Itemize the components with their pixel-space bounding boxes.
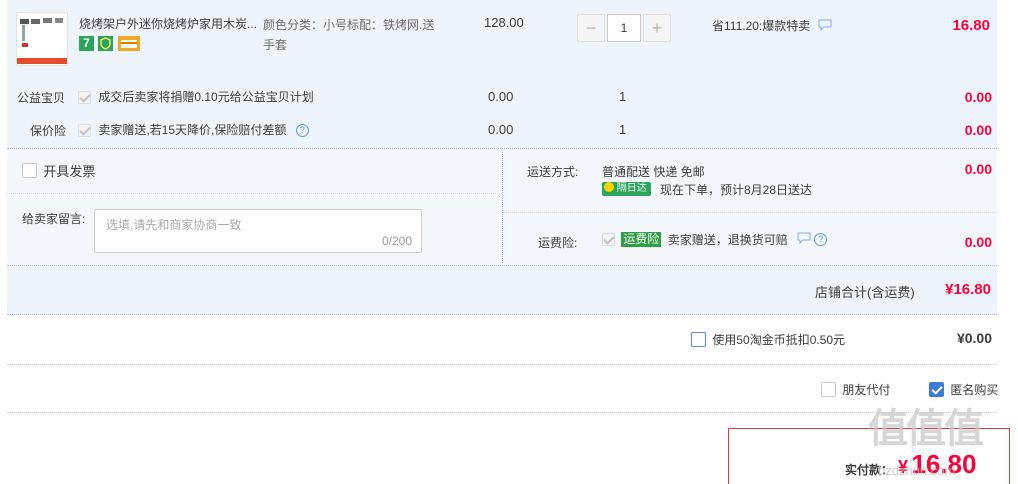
freight-insurance-cost: 0.00 <box>964 234 992 250</box>
freight-insurance-tag: 运费险 <box>621 232 662 247</box>
shipping-label: 运送方式: <box>527 165 579 179</box>
next-day-badge: 隔日达 <box>602 182 651 196</box>
charity-price: 0.00 <box>488 89 514 104</box>
product-sku: 颜色分类：小号标配：铁烤网.送 手套 <box>263 15 443 55</box>
shield-badge-icon <box>98 36 113 51</box>
watermark-logo: 值值值 <box>868 396 984 454</box>
coins-label: 使用50淘金币抵扣0.50元 <box>712 333 846 347</box>
quantity-input[interactable]: 1 <box>607 14 641 42</box>
insurance-desc: 卖家赠送,若15天降价,保险赔付差额 <box>98 123 287 137</box>
freight-insurance-label: 运费险: <box>538 236 578 250</box>
message-counter: 0/200 <box>381 234 412 248</box>
coins-checkbox[interactable] <box>691 332 706 347</box>
freight-insurance-desc: 卖家赠送，退换货可赔 <box>667 233 788 247</box>
coins-value: ¥0.00 <box>956 330 992 346</box>
friend-pay-checkbox[interactable] <box>821 382 836 397</box>
friend-pay-label: 朋友代付 <box>842 383 891 397</box>
charity-checkbox <box>78 91 91 105</box>
minus-icon: − <box>585 18 597 38</box>
delivery-eta: 现在下单，预计8月28日送达 <box>660 183 813 197</box>
shipping-divider <box>503 212 997 213</box>
seven-day-return-badge: 7 <box>79 36 94 51</box>
message-placeholder: 选填,请先和商家协商一致 <box>106 218 242 232</box>
promo-chat-icon[interactable] <box>818 19 832 34</box>
insurance-price: 0.00 <box>488 122 514 137</box>
message-textarea[interactable]: 选填,请先和商家协商一致 0/200 <box>94 209 422 253</box>
unit-price: 128.00 <box>484 15 524 30</box>
lightning-icon <box>604 182 614 192</box>
charity-qty: 1 <box>619 89 627 104</box>
invoice-option[interactable]: 开具发票 <box>22 161 95 180</box>
options-divider <box>7 412 997 413</box>
anonymous-label: 匿名购买 <box>950 383 999 397</box>
panel-vertical-divider <box>502 150 503 263</box>
quantity-increase-button[interactable]: + <box>643 14 671 42</box>
quantity-stepper: − 1 + <box>577 14 673 42</box>
freight-help-icon[interactable]: ? <box>814 233 828 246</box>
insurance-total: 0.00 <box>964 122 992 138</box>
promo-text: 省111.20:爆款特卖 <box>712 17 832 34</box>
charity-label: 公益宝贝 <box>17 91 66 105</box>
insurance-checkbox <box>78 124 91 138</box>
promo-label: 省111.20:爆款特卖 <box>712 19 811 33</box>
shipping-cost: 0.00 <box>964 161 992 177</box>
item-subtotal: 16.80 <box>952 17 990 34</box>
insurance-qty: 1 <box>619 122 627 137</box>
shipping-method[interactable]: 普通配送 快递 免邮 <box>602 163 705 180</box>
help-icon[interactable]: ? <box>295 124 309 138</box>
credit-card-badge-icon <box>118 36 140 51</box>
quantity-decrease-button[interactable]: − <box>577 14 605 42</box>
sku-line-1: 颜色分类：小号标配：铁烤网.送 <box>263 18 435 32</box>
watermark-text: 值值值 <box>868 406 984 452</box>
freight-insurance-checkbox <box>602 233 615 246</box>
charity-desc: 成交后卖家将捐赠0.10元给公益宝贝计划 <box>98 90 314 104</box>
shop-total-value: ¥16.80 <box>945 281 991 298</box>
sku-line-2: 手套 <box>263 38 288 52</box>
anonymous-checkbox[interactable] <box>929 382 944 397</box>
freight-insurance-option: 运费险 卖家赠送，退换货可赔 ? <box>602 231 828 248</box>
message-label: 给卖家留言: <box>22 212 86 226</box>
invoice-label: 开具发票 <box>43 164 96 179</box>
freight-chat-icon[interactable] <box>797 232 811 247</box>
invoice-checkbox[interactable] <box>22 163 37 178</box>
coins-option[interactable]: 使用50淘金币抵扣0.50元 <box>691 331 845 348</box>
plus-icon: + <box>651 18 663 38</box>
charity-total: 0.00 <box>964 89 992 105</box>
product-title[interactable]: 烧烤架户外迷你烧烤炉家用木炭... <box>79 15 261 32</box>
insurance-label: 保价险 <box>30 124 67 138</box>
shop-total-label: 店铺合计(含运费) <box>815 285 915 300</box>
next-day-badge-label: 隔日达 <box>616 183 647 194</box>
insurance-option: 卖家赠送,若15天降价,保险赔付差额 ? <box>78 121 309 138</box>
product-thumbnail[interactable] <box>16 12 68 66</box>
invoice-divider <box>7 193 502 194</box>
coins-divider <box>7 364 997 365</box>
watermark-site: hzdzhun.com <box>878 463 956 478</box>
seven-day-return-icon: 7 <box>83 36 90 50</box>
charity-option: 成交后卖家将捐赠0.10元给公益宝贝计划 <box>78 88 314 105</box>
